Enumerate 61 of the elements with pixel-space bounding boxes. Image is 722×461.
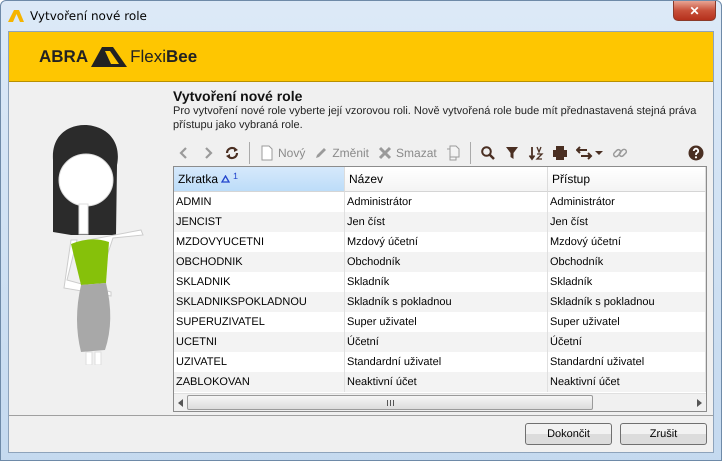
table-cell: Mzdový účetní xyxy=(548,232,706,252)
copy-icon xyxy=(444,145,461,161)
column-title: Přístup xyxy=(552,172,590,186)
table-cell: Neaktivní účet xyxy=(345,372,548,392)
close-button[interactable]: ✕ xyxy=(673,1,716,21)
table-cell: Administrátor xyxy=(548,192,706,212)
table-cell: Obchodník xyxy=(345,252,548,272)
table-cell: Skladník s pokladnou xyxy=(345,292,548,312)
description-text: Pro vytvoření nové role vyberte její vzorovou roli. Nově vytvořená role bude mít přednastavená stejná práva přístupu jako vybraná role. xyxy=(173,104,698,132)
sort-order: 1 xyxy=(233,171,238,181)
search-icon xyxy=(480,145,496,161)
table-cell: Neaktivní účet xyxy=(548,372,706,392)
table-cell: OBCHODNIK xyxy=(174,252,345,272)
table-cell: UZIVATEL xyxy=(174,352,345,372)
filter-icon xyxy=(504,145,520,161)
table-cell: ZABLOKOVAN xyxy=(174,372,345,392)
table-cell: MZDOVYUCETNI xyxy=(174,232,345,252)
table-cell: SKLADNIKSPOKLADNOU xyxy=(174,292,345,312)
table-cell: JENCIST xyxy=(174,212,345,232)
table-cell: Obchodník xyxy=(548,252,706,272)
dialog-button[interactable]: Zrušit xyxy=(620,423,707,445)
scroll-right-icon xyxy=(697,398,702,406)
sort-icon xyxy=(528,145,544,161)
window-title: Vytvoření nové role xyxy=(30,9,147,23)
table-cell: Standardní uživatel xyxy=(548,352,706,372)
table-cell: Super uživatel xyxy=(345,312,548,332)
document-icon xyxy=(259,145,275,161)
printer-icon xyxy=(552,145,568,161)
table-cell: Jen číst xyxy=(345,212,548,232)
table-cell: Administrátor xyxy=(345,192,548,212)
table-cell: SUPERUZIVATEL xyxy=(174,312,345,332)
table-cell: ADMIN xyxy=(174,192,345,212)
table-cell: SKLADNIK xyxy=(174,272,345,292)
column-header[interactable]: Název xyxy=(345,167,548,192)
table-cell: Účetní xyxy=(548,332,706,352)
delete-icon xyxy=(377,145,394,161)
grip-icon xyxy=(386,400,394,406)
brand-name: FlexiBee xyxy=(130,46,198,66)
table-cell: Skladník xyxy=(345,272,548,292)
column-title: Název xyxy=(349,172,384,186)
table-cell: UCETNI xyxy=(174,332,345,352)
column-title: Zkratka xyxy=(178,172,218,186)
table-cell: Super uživatel xyxy=(548,312,706,332)
refresh-icon xyxy=(224,145,240,161)
column-header[interactable]: Zkratka 1 xyxy=(174,167,345,192)
transfer-dropdown-icon xyxy=(576,145,604,161)
help-icon xyxy=(688,145,704,161)
table-cell: Skladník xyxy=(548,272,706,292)
brand-name: ABRA xyxy=(39,46,88,66)
page-heading: Vytvoření nové role xyxy=(173,88,304,104)
table-cell: Standardní uživatel xyxy=(345,352,548,372)
scroll-left-icon xyxy=(178,398,183,406)
table-cell: Skladník s pokladnou xyxy=(548,292,706,312)
dialog-button[interactable]: Dokončit xyxy=(525,423,612,445)
table-cell: Mzdový účetní xyxy=(345,232,548,252)
horizontal-scrollbar[interactable] xyxy=(174,393,706,411)
table-cell: Účetní xyxy=(345,332,548,352)
table-cell: Jen číst xyxy=(548,212,706,232)
app-logo-icon xyxy=(8,10,24,22)
logo-icon xyxy=(91,46,128,66)
column-header[interactable]: Přístup xyxy=(548,167,706,192)
